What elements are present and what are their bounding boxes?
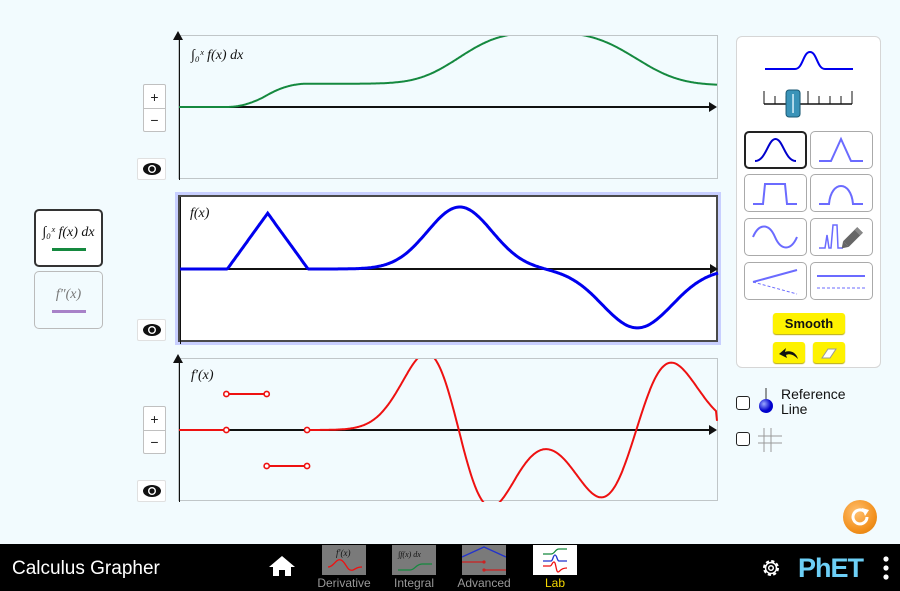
second-derivative-toggle-label: f″(x) xyxy=(55,287,82,302)
eraser-icon xyxy=(821,348,837,358)
width-preview-icon xyxy=(765,50,853,70)
nav-tab-label: Integral xyxy=(393,576,435,590)
nav-tab-label: Lab xyxy=(544,576,566,590)
integral-color-swatch xyxy=(51,248,86,251)
gaussian-shape-button[interactable] xyxy=(744,131,807,169)
second-derivative-curve-toggle[interactable]: f″(x) xyxy=(34,271,103,329)
nav-tab-derivative[interactable]: f′(x) Derivative xyxy=(317,544,371,591)
eye-icon xyxy=(142,324,161,336)
nav-tab-label: Derivative xyxy=(317,576,371,590)
advanced-screen-icon xyxy=(461,545,507,575)
reference-line-checkbox[interactable] xyxy=(736,396,750,410)
reset-all-icon xyxy=(851,508,869,526)
svg-text:f′(x): f′(x) xyxy=(336,548,350,558)
integral-x-axis-arrow xyxy=(709,102,717,112)
app-title: Calculus Grapher xyxy=(12,558,160,579)
gear-icon[interactable] xyxy=(760,557,782,579)
parabola-icon xyxy=(819,185,863,205)
derivative-zoom-in-button[interactable]: + xyxy=(144,407,165,430)
pedestal-icon xyxy=(753,183,797,205)
sinusoid-shape-button[interactable] xyxy=(744,218,807,256)
nav-tab-label: Advanced xyxy=(457,576,511,590)
grid-icon xyxy=(758,428,782,452)
function-curve[interactable] xyxy=(180,205,719,330)
function-graph-title: f(x) xyxy=(190,206,210,221)
phet-logo[interactable]: PhET xyxy=(798,553,864,584)
home-icon[interactable] xyxy=(268,555,296,577)
derivative-graph-title: f′(x) xyxy=(191,368,214,383)
smooth-button[interactable]: Smooth xyxy=(773,313,845,334)
integral-zoom-out-button[interactable]: − xyxy=(144,108,165,131)
integral-toggle-label: ∫₀ˣ f(x) dx xyxy=(42,225,95,240)
derivative-zoom-control: + − xyxy=(143,406,166,454)
discontinuity-point xyxy=(222,390,230,398)
parabola-shape-button[interactable] xyxy=(810,174,873,212)
triangle-shape-button[interactable] xyxy=(810,131,873,169)
discontinuity-point xyxy=(263,390,271,398)
tilt-shape-button[interactable] xyxy=(744,262,807,300)
eye-icon xyxy=(142,163,161,175)
freeform-shape-button[interactable] xyxy=(810,218,873,256)
pedestal-shape-button[interactable] xyxy=(744,174,807,212)
discontinuity-point xyxy=(303,462,311,470)
integral-zoom-control: + − xyxy=(143,84,166,132)
second-derivative-color-swatch xyxy=(51,310,86,313)
freeform-icon xyxy=(819,224,863,249)
integral-graph-title: ∫₀ˣ f(x) dx xyxy=(191,48,244,63)
width-slider-thumb[interactable] xyxy=(785,89,801,118)
integral-graph-svg xyxy=(179,36,718,180)
derivative-x-axis-arrow xyxy=(709,425,717,435)
triangle-icon xyxy=(819,136,863,162)
derivative-screen-icon: f′(x) xyxy=(322,545,366,575)
eye-icon xyxy=(142,485,161,497)
reference-line-label: Reference Line xyxy=(781,386,846,417)
grid-checkbox[interactable] xyxy=(736,432,750,446)
function-graph-svg xyxy=(180,197,719,344)
navigation-bar: Calculus Grapher f′(x) Derivative ∫f(x) … xyxy=(0,544,900,591)
reset-all-button[interactable] xyxy=(843,500,877,534)
undo-arrow-icon xyxy=(779,347,798,359)
lab-screen-icon xyxy=(533,545,577,575)
integral-graph: ∫₀ˣ f(x) dx xyxy=(178,35,718,180)
function-graph[interactable]: f(x) xyxy=(178,195,719,344)
gaussian-icon xyxy=(754,137,797,162)
shift-shape-button[interactable] xyxy=(810,262,873,300)
integral-y-axis-arrow xyxy=(173,31,183,40)
integral-screen-icon: ∫f(x) dx xyxy=(392,545,436,575)
undo-button[interactable] xyxy=(773,342,805,363)
width-slider[interactable] xyxy=(763,83,855,119)
erase-button[interactable] xyxy=(813,342,845,363)
function-visibility-button[interactable] xyxy=(137,319,166,341)
pencil-icon xyxy=(841,227,863,249)
simulation-screen: ∫₀ˣ f(x) dx f″(x) ∫₀ˣ f(x) dx + − f(x) f… xyxy=(0,0,900,591)
reference-line-ball-icon xyxy=(759,388,773,413)
integral-curve-toggle[interactable]: ∫₀ˣ f(x) dx xyxy=(34,209,103,267)
svg-text:∫f(x) dx: ∫f(x) dx xyxy=(397,550,421,559)
integral-zoom-in-button[interactable]: + xyxy=(144,85,165,108)
derivative-visibility-button[interactable] xyxy=(137,480,166,502)
tilt-icon xyxy=(752,269,798,295)
derivative-y-axis-arrow xyxy=(173,354,183,363)
integral-visibility-button[interactable] xyxy=(137,158,166,180)
curve-manipulation-panel: Smooth xyxy=(736,36,881,368)
integral-curve xyxy=(179,36,718,108)
nav-tab-advanced[interactable]: Advanced xyxy=(457,544,511,591)
sinusoid-icon xyxy=(752,225,798,249)
nav-tab-integral[interactable]: ∫f(x) dx Integral xyxy=(387,544,441,591)
vertical-dots-icon[interactable] xyxy=(882,556,890,580)
discontinuity-point xyxy=(263,462,271,470)
discontinuity-point xyxy=(303,426,311,434)
derivative-zoom-out-button[interactable]: − xyxy=(144,430,165,453)
derivative-graph-svg xyxy=(179,359,718,502)
discontinuity-point xyxy=(222,426,230,434)
shift-icon xyxy=(817,275,865,289)
derivative-graph: f′(x) xyxy=(178,358,718,502)
nav-tab-lab[interactable]: Lab xyxy=(528,544,582,591)
